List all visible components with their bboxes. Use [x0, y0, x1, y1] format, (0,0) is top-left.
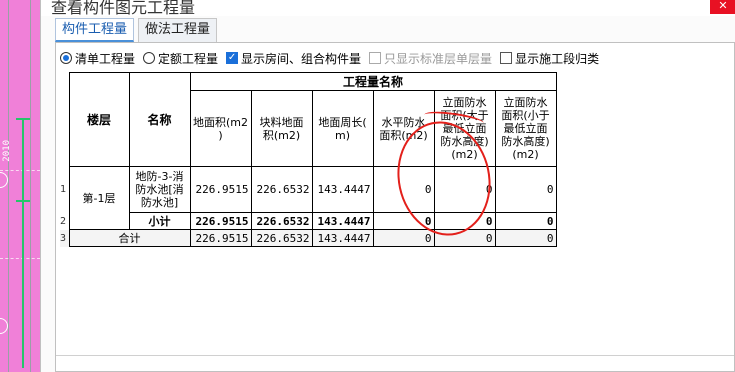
- checkbox-show-rooms[interactable]: ✓ 显示房间、组合构件量: [226, 50, 361, 67]
- cad-dash-line: [0, 170, 40, 171]
- window-title: 查看构件图元工程量: [51, 0, 196, 17]
- cad-dimension-tick: [16, 200, 30, 202]
- header-line: ): [218, 128, 223, 142]
- cad-grid-line: [8, 0, 9, 372]
- cell-value[interactable]: 0: [433, 212, 496, 230]
- col-header-vertical-waterproof-below[interactable]: 立面防水 面积(小于 最低立面 防水高度) (m2): [494, 90, 557, 167]
- header-line: 积(m2): [262, 128, 301, 142]
- radio-quota-label: 定额工程量: [158, 51, 219, 66]
- cell-total-label[interactable]: 合计: [68, 229, 191, 247]
- close-button[interactable]: ✕: [710, 0, 735, 14]
- cell-floor[interactable]: 第-1层: [68, 166, 130, 230]
- row-number: 3: [60, 232, 67, 244]
- cell-value[interactable]: 226.6532: [250, 229, 313, 247]
- radio-quota-quantity[interactable]: 定额工程量: [143, 50, 218, 67]
- header-line: 面积(小于: [501, 109, 550, 122]
- cell-name[interactable]: 地防-3-消 防水池[消 防水池]: [128, 166, 191, 213]
- title-bar[interactable]: 查看构件图元工程量 ✕: [41, 0, 735, 17]
- radio-list-label: 清单工程量: [75, 51, 136, 66]
- cad-canvas[interactable]: 2010: [0, 0, 40, 372]
- cad-dash-line: [0, 258, 40, 259]
- tab-method-quantity[interactable]: 做法工程量: [138, 18, 218, 42]
- tab-bar: 构件工程量 做法工程量: [55, 18, 221, 42]
- col-header-quantity-group: 工程量名称: [189, 72, 557, 91]
- header-line: 面积(m2): [379, 128, 428, 142]
- header-line: 最低立面: [503, 122, 548, 135]
- row-number: 2: [60, 215, 67, 227]
- tab-content: 清单工程量 定额工程量 ✓ 显示房间、组合构件量 只显示标准层单层量 显示施工段…: [55, 42, 735, 372]
- cad-axis-circle: [0, 172, 8, 188]
- col-header-floor-area[interactable]: 地面积(m2 ): [189, 90, 252, 167]
- checkmark-icon[interactable]: ✓: [226, 52, 239, 64]
- header-line: 块料地面: [259, 115, 304, 129]
- col-header-name[interactable]: 名称: [128, 72, 191, 167]
- quantity-table: 楼层 名称 工程量名称 地面积(m2 ) 块料地面 积(m2) 地面周长(m)…: [60, 72, 557, 247]
- cell-value[interactable]: 143.4447: [311, 212, 374, 230]
- cell-value[interactable]: 0: [433, 166, 496, 213]
- tab-component-quantity[interactable]: 构件工程量: [55, 18, 135, 42]
- checkbox-disabled-icon: [369, 52, 382, 64]
- cell-value[interactable]: 0: [494, 166, 557, 213]
- cad-dimension-tick: [16, 118, 30, 120]
- name-line: 地防-3-消: [135, 170, 184, 183]
- checkbox-construction-label: 显示施工段归类: [515, 51, 600, 66]
- cad-dimension-line: [22, 118, 24, 368]
- cell-subtotal-label[interactable]: 小计: [128, 212, 191, 230]
- cell-value[interactable]: 143.4447: [311, 166, 374, 213]
- table-row-total[interactable]: 3 合计 226.9515 226.6532 143.4447 0 0 0: [60, 229, 557, 247]
- divider: [56, 355, 735, 356]
- cell-value[interactable]: 226.9515: [189, 229, 252, 247]
- name-line: 防水池]: [140, 196, 179, 209]
- cell-value[interactable]: 226.9515: [189, 212, 252, 230]
- header-line: 立面防水: [442, 96, 487, 109]
- checkbox-empty-icon[interactable]: [500, 52, 513, 64]
- row-header-blank: [60, 73, 69, 167]
- header-line: 地面周长(: [318, 115, 367, 129]
- cad-axis-circle: [0, 318, 8, 334]
- header-line: 防水高度): [440, 135, 489, 148]
- header-line: (m2): [512, 148, 539, 161]
- col-header-perimeter[interactable]: 地面周长( m): [311, 90, 374, 167]
- radio-selected-icon[interactable]: [60, 52, 72, 64]
- col-header-floor[interactable]: 楼层: [68, 72, 130, 167]
- cell-value[interactable]: 0: [494, 229, 557, 247]
- options-bar: 清单工程量 定额工程量 ✓ 显示房间、组合构件量 只显示标准层单层量 显示施工段…: [60, 49, 607, 67]
- cell-value[interactable]: 0: [494, 212, 557, 230]
- radio-list-quantity[interactable]: 清单工程量: [60, 50, 135, 67]
- name-line: 防水池[消: [135, 183, 184, 196]
- cell-value[interactable]: 0: [372, 166, 435, 213]
- col-header-tile-area[interactable]: 块料地面 积(m2): [250, 90, 313, 167]
- col-header-horizontal-waterproof[interactable]: 水平防水 面积(m2): [372, 90, 435, 167]
- cell-value[interactable]: 226.6532: [250, 166, 313, 213]
- cell-value[interactable]: 0: [433, 229, 496, 247]
- cell-value[interactable]: 226.9515: [189, 166, 252, 213]
- header-line: 水平防水: [381, 115, 426, 129]
- header-line: 防水高度): [501, 135, 550, 148]
- col-header-vertical-waterproof-above[interactable]: 立面防水 面积(大于 最低立面 防水高度) (m2): [433, 90, 496, 167]
- checkbox-show-rooms-label: 显示房间、组合构件量: [241, 51, 362, 66]
- checkbox-standard-floor-label: 只显示标准层单层量: [384, 51, 493, 66]
- header-line: 地面积(m2: [192, 115, 248, 129]
- checkbox-construction-segment[interactable]: 显示施工段归类: [500, 50, 599, 67]
- header-line: (m2): [451, 148, 478, 161]
- cell-value[interactable]: 143.4447: [311, 229, 374, 247]
- cad-grid-line: [30, 0, 31, 372]
- checkbox-standard-floor: 只显示标准层单层量: [369, 50, 492, 67]
- cell-value[interactable]: 0: [372, 229, 435, 247]
- header-line: m): [334, 128, 350, 142]
- cad-dimension-text: 2010: [2, 140, 12, 162]
- table-row[interactable]: 1 第-1层 地防-3-消 防水池[消 防水池] 226.9515 226.65…: [60, 166, 557, 230]
- row-number: 1: [60, 184, 67, 195]
- header-line: 立面防水: [503, 96, 548, 109]
- cell-value[interactable]: 0: [372, 212, 435, 230]
- radio-unselected-icon[interactable]: [143, 52, 156, 64]
- table-row-subtotal[interactable]: 2 小计 226.9515 226.6532 143.4447 0 0 0: [60, 212, 557, 230]
- quantity-dialog: 查看构件图元工程量 ✕ 构件工程量 做法工程量 清单工程量 定额工程量 ✓ 显示…: [40, 0, 735, 372]
- cell-value[interactable]: 226.6532: [250, 212, 313, 230]
